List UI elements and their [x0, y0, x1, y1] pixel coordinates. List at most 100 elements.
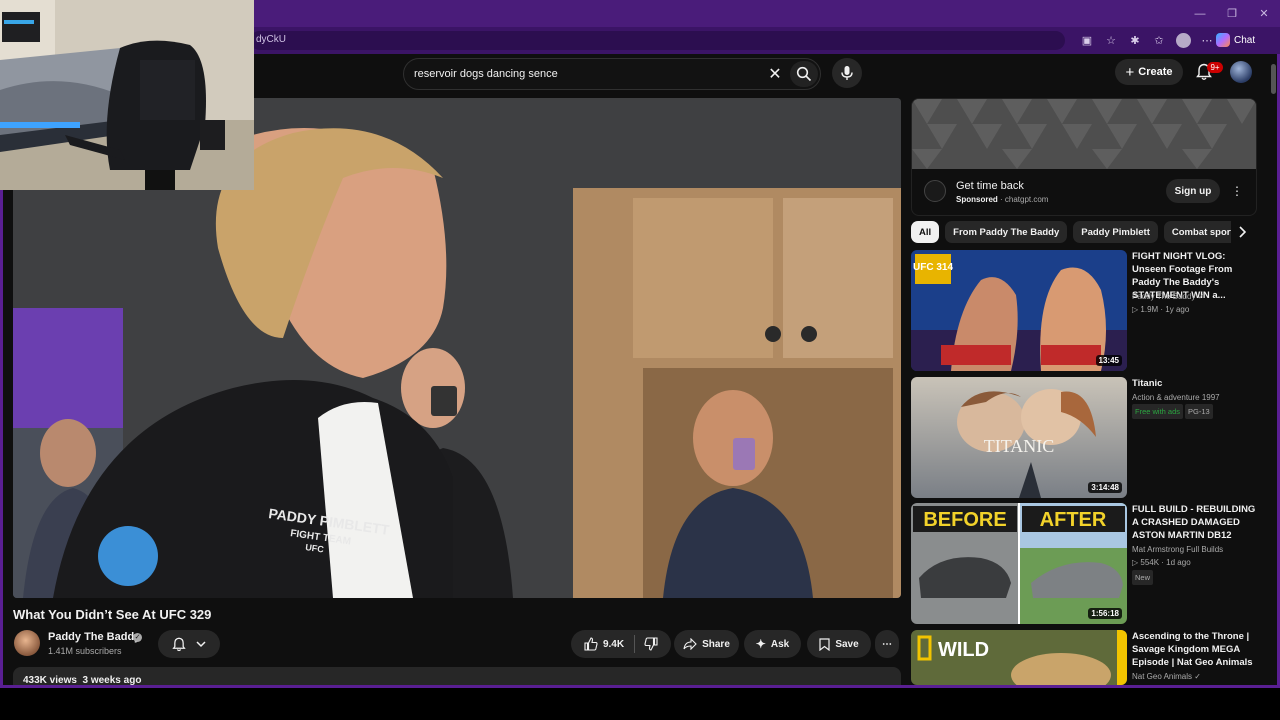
address-bar[interactable]: dyCkU: [250, 31, 1065, 50]
more-actions-button[interactable]: ⋯: [875, 630, 899, 658]
split-screen-icon[interactable]: ▣: [1078, 31, 1096, 49]
view-stats: 433K views 3 weeks ago: [23, 675, 141, 685]
recommended-video[interactable]: BEFORE AFTER 1:56:18 FULL BUILD - REBUIL…: [911, 503, 1257, 625]
thumb-ufc-label: UFC 314: [913, 262, 953, 273]
rating-badge: PG-13: [1185, 404, 1213, 419]
channel-name[interactable]: Paddy The Baddy: [48, 631, 140, 643]
video-thumbnail[interactable]: TITANIC 3:14:48: [911, 377, 1127, 498]
thumbnail-image: BEFORE AFTER: [911, 503, 1127, 624]
rec-title[interactable]: Titanic: [1132, 377, 1257, 390]
rec-title[interactable]: Ascending to the Throne | Savage Kingdom…: [1132, 630, 1257, 669]
recommended-video[interactable]: WILD Ascending to the Throne | Savage Ki…: [911, 630, 1257, 685]
plus-icon: +: [1125, 63, 1135, 81]
notification-count-badge: 9+: [1207, 62, 1223, 73]
clear-search-icon[interactable]: ✕: [766, 65, 784, 83]
rec-channel: Mat Armstrong Full Builds: [1132, 545, 1224, 554]
window-controls: — ❐ ✕: [1184, 0, 1280, 27]
ask-label: Ask: [770, 638, 790, 650]
chevron-down-icon: [196, 641, 206, 648]
filter-chips: All From Paddy The Baddy Paddy Pimblett …: [911, 221, 1257, 243]
share-label: Share: [702, 638, 730, 650]
rec-channel-name: Nat Geo Animals: [1132, 672, 1193, 681]
search-input[interactable]: [404, 59, 764, 89]
voice-search-button[interactable]: [832, 58, 862, 88]
like-button[interactable]: 9.4K: [584, 635, 636, 653]
chip-from-channel[interactable]: From Paddy The Baddy: [945, 221, 1068, 243]
thumbs-up-icon: [584, 637, 598, 651]
chevron-right-icon: [1239, 226, 1246, 238]
account-avatar[interactable]: [1230, 61, 1252, 83]
create-label: Create: [1138, 66, 1173, 78]
share-button[interactable]: Share: [674, 630, 739, 658]
ask-button[interactable]: ✦ Ask: [744, 630, 801, 658]
ad-sponsor-line: Sponsored · chatgpt.com: [956, 195, 1049, 204]
save-label: Save: [835, 638, 859, 650]
screen: — ❐ ✕ dyCkU ▣ ☆ ✱ ✩ ⋯ Chat ✕ +: [0, 0, 1280, 720]
browser-menu-icon[interactable]: ⋯: [1198, 31, 1216, 49]
extensions-icon[interactable]: ✱: [1126, 31, 1144, 49]
bell-icon: [172, 637, 186, 651]
close-window-button[interactable]: ✕: [1248, 0, 1280, 27]
create-button[interactable]: + Create: [1115, 59, 1183, 85]
thumb-wild-label: WILD: [938, 639, 989, 661]
dislike-button[interactable]: [640, 637, 658, 651]
chip-paddy-pimblett[interactable]: Paddy Pimblett: [1073, 221, 1158, 243]
rec-title[interactable]: FULL BUILD - REBUILDING A CRASHED DAMAGE…: [1132, 503, 1257, 542]
sparkle-icon: ✦: [755, 637, 766, 651]
thumbnail-image: UFC 314: [911, 250, 1127, 371]
sponsored-label: Sponsored: [956, 195, 998, 204]
ad-domain: chatgpt.com: [1004, 195, 1049, 204]
recommended-movie[interactable]: TITANIC 3:14:48 Titanic Action & adventu…: [911, 377, 1257, 499]
bookmark-icon: [819, 637, 830, 651]
thumbs-down-icon: [644, 637, 658, 651]
search-icon: [796, 66, 812, 82]
video-thumbnail[interactable]: WILD: [911, 630, 1127, 685]
profile-icon[interactable]: [1174, 31, 1192, 49]
video-thumbnail[interactable]: BEFORE AFTER 1:56:18: [911, 503, 1127, 624]
ad-banner-image: [912, 99, 1256, 169]
chip-all[interactable]: All: [911, 221, 940, 243]
ad-signup-button[interactable]: Sign up: [1166, 179, 1220, 203]
scrollbar-thumb[interactable]: [1271, 64, 1276, 94]
copilot-chat-button[interactable]: Chat: [1216, 31, 1255, 49]
save-button[interactable]: Save: [807, 630, 871, 658]
thumb-titanic-label: TITANIC: [984, 436, 1055, 456]
maximize-button[interactable]: ❐: [1216, 0, 1248, 27]
recommended-video[interactable]: UFC 314 13:45 FIGHT NIGHT VLOG: Unseen F…: [911, 250, 1257, 372]
duration-badge: 1:56:18: [1088, 608, 1122, 619]
favorite-star-icon[interactable]: ☆: [1102, 31, 1120, 49]
play-icon: ▷: [1132, 305, 1139, 314]
sponsored-ad-card[interactable]: Get time back Sponsored · chatgpt.com Si…: [911, 98, 1257, 216]
play-icon: ▷: [1132, 558, 1139, 567]
search-button[interactable]: [790, 61, 818, 87]
chips-next-button[interactable]: [1231, 221, 1253, 243]
window-frame-bottom: [0, 685, 1280, 688]
favorites-icon[interactable]: ✩: [1150, 31, 1168, 49]
verified-check-icon: ✓: [1194, 672, 1201, 681]
new-badge: New: [1132, 570, 1154, 585]
video-thumbnail[interactable]: UFC 314 13:45: [911, 250, 1127, 371]
copilot-label: Chat: [1234, 34, 1256, 46]
like-dislike-group: 9.4K: [571, 630, 671, 658]
rec-genre: Action & adventure 1997: [1132, 393, 1220, 402]
video-title: What You Didn’t See At UFC 329: [13, 607, 212, 622]
free-with-ads-badge: Free with ads: [1132, 404, 1184, 419]
thumb-before-label: BEFORE: [923, 509, 1006, 531]
rec-stats-text: 1.9M · 1y ago: [1140, 305, 1190, 314]
rec-channel-name: Paddy The Baddy: [1132, 292, 1196, 301]
subscriber-count: 1.41M subscribers: [48, 646, 122, 656]
channel-avatar[interactable]: [14, 630, 40, 656]
view-count: 433K views: [23, 675, 77, 685]
description-box[interactable]: 433K views 3 weeks ago: [13, 667, 901, 685]
ad-menu-icon[interactable]: ⋮: [1230, 182, 1244, 200]
page-scrollbar[interactable]: [1269, 54, 1277, 685]
webcam-overlay: [0, 0, 254, 190]
thumb-after-label: AFTER: [1040, 509, 1107, 531]
subscribed-notifications-button[interactable]: [158, 630, 220, 658]
rec-channel: Paddy The Baddy ✓: [1132, 290, 1204, 303]
minimize-button[interactable]: —: [1184, 0, 1216, 27]
verified-check-icon: ✓: [133, 633, 142, 642]
duration-badge: 3:14:48: [1088, 482, 1122, 493]
search-box: ✕: [403, 58, 821, 90]
copilot-icon: [1216, 33, 1230, 47]
